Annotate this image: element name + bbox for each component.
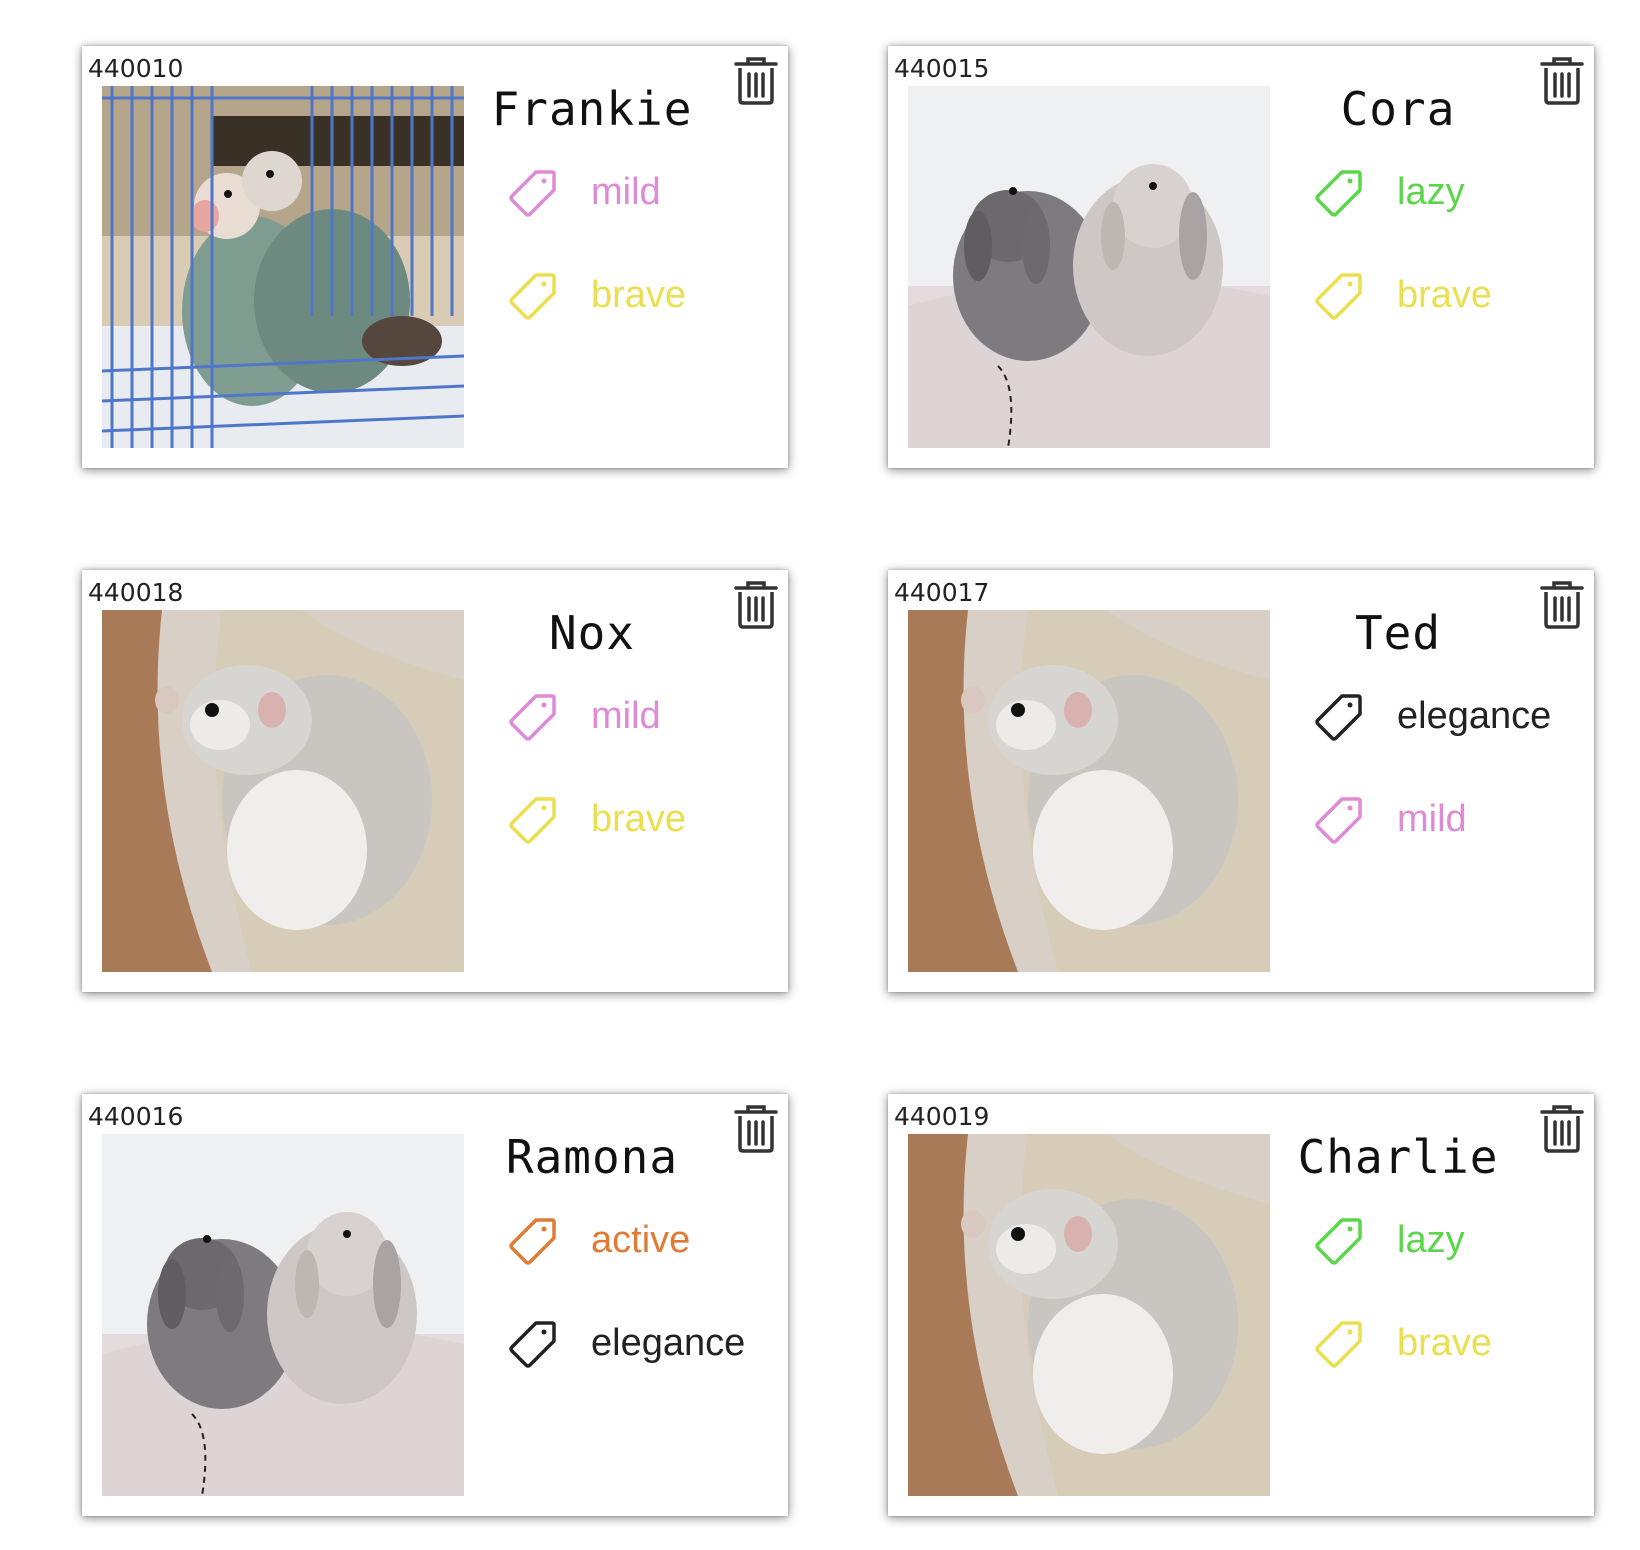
tag-list: mild brave — [507, 690, 787, 896]
delete-icon[interactable] — [732, 54, 780, 106]
delete-icon[interactable] — [732, 578, 780, 630]
tag-item[interactable]: mild — [507, 690, 787, 742]
tag-icon — [1313, 793, 1365, 845]
pet-id: 440018 — [88, 578, 184, 607]
tag-item[interactable]: brave — [1313, 1317, 1593, 1369]
tag-list: elegance mild — [1313, 690, 1593, 896]
tag-icon — [507, 793, 559, 845]
delete-icon[interactable] — [732, 1102, 780, 1154]
tag-icon — [507, 166, 559, 218]
tag-icon — [507, 1317, 559, 1369]
pet-card[interactable]: 440010 Frankie mild brave — [82, 46, 788, 468]
tag-item[interactable]: lazy — [1313, 1214, 1593, 1266]
tag-label: mild — [591, 695, 661, 737]
hamster-photo — [102, 610, 464, 972]
hamster-photo — [908, 610, 1270, 972]
tag-icon — [1313, 166, 1365, 218]
rabbits-photo — [908, 86, 1270, 448]
pet-id: 440015 — [894, 54, 990, 83]
tag-icon — [507, 690, 559, 742]
tag-label: brave — [1397, 1322, 1493, 1364]
tag-item[interactable]: elegance — [507, 1317, 787, 1369]
tag-label: brave — [591, 274, 687, 316]
pet-name: Frankie — [491, 82, 693, 136]
tag-list: lazy brave — [1313, 1214, 1593, 1420]
tag-label: brave — [1397, 274, 1493, 316]
lovebirds-photo — [102, 86, 464, 448]
rabbits-photo — [102, 1134, 464, 1496]
pet-name: Nox — [548, 606, 636, 660]
tag-icon — [507, 269, 559, 321]
pet-id: 440010 — [88, 54, 184, 83]
pet-card[interactable]: 440017 Ted elegance mild — [888, 570, 1594, 992]
pet-name: Cora — [1340, 82, 1456, 136]
tag-item[interactable]: mild — [507, 166, 787, 218]
tag-list: mild brave — [507, 166, 787, 372]
delete-icon[interactable] — [1538, 578, 1586, 630]
tag-item[interactable]: active — [507, 1214, 787, 1266]
tag-icon — [507, 1214, 559, 1266]
tag-list: lazy brave — [1313, 166, 1593, 372]
hamster-photo — [908, 1134, 1270, 1496]
delete-icon[interactable] — [1538, 1102, 1586, 1154]
pet-id: 440016 — [88, 1102, 184, 1131]
pet-name: Ted — [1354, 606, 1442, 660]
pet-card[interactable]: 440018 Nox mild brave — [82, 570, 788, 992]
tag-icon — [1313, 1317, 1365, 1369]
tag-item[interactable]: brave — [1313, 269, 1593, 321]
pet-name: Ramona — [505, 1130, 679, 1184]
tag-item[interactable]: brave — [507, 793, 787, 845]
pet-id: 440019 — [894, 1102, 990, 1131]
tag-item[interactable]: brave — [507, 269, 787, 321]
tag-label: lazy — [1397, 171, 1465, 213]
tag-item[interactable]: elegance — [1313, 690, 1593, 742]
tag-label: active — [591, 1219, 691, 1261]
pet-card[interactable]: 440015 Cora lazy brave — [888, 46, 1594, 468]
tag-label: elegance — [1397, 695, 1552, 737]
tag-label: lazy — [1397, 1219, 1465, 1261]
tag-list: active elegance — [507, 1214, 787, 1420]
pet-id: 440017 — [894, 578, 990, 607]
tag-item[interactable]: mild — [1313, 793, 1593, 845]
tag-label: brave — [591, 798, 687, 840]
pet-card-grid: 440010 Frankie mild brave 440015 Cora la… — [0, 0, 1640, 1550]
pet-name: Charlie — [1297, 1130, 1499, 1184]
tag-icon — [1313, 269, 1365, 321]
tag-label: elegance — [591, 1322, 746, 1364]
delete-icon[interactable] — [1538, 54, 1586, 106]
tag-item[interactable]: lazy — [1313, 166, 1593, 218]
tag-label: mild — [1397, 798, 1467, 840]
tag-label: mild — [591, 171, 661, 213]
tag-icon — [1313, 1214, 1365, 1266]
pet-card[interactable]: 440016 Ramona active elegance — [82, 1094, 788, 1516]
pet-card[interactable]: 440019 Charlie lazy brave — [888, 1094, 1594, 1516]
tag-icon — [1313, 690, 1365, 742]
